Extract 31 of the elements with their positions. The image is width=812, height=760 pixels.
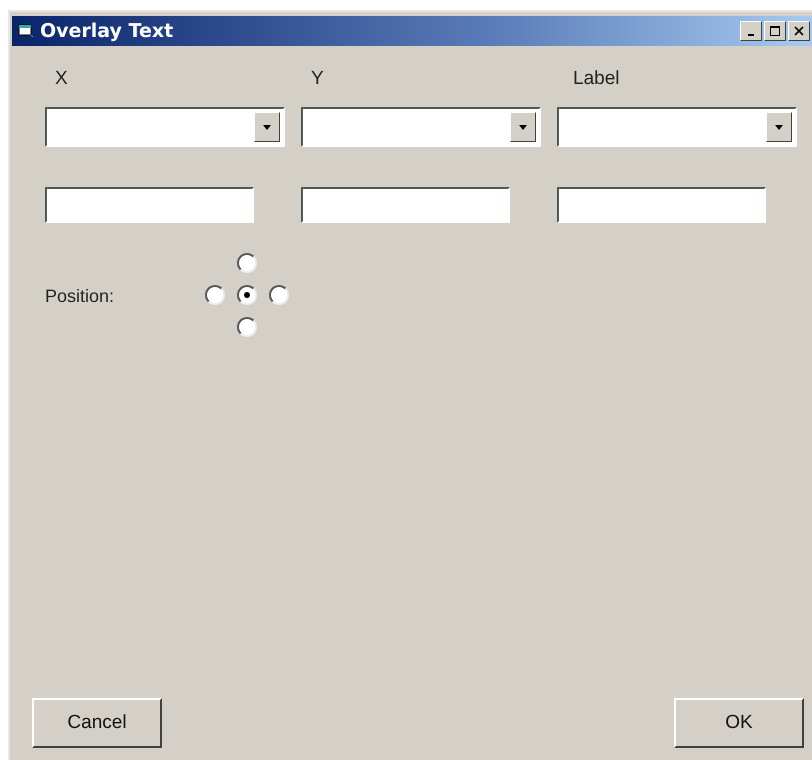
window-title: Overlay Text (40, 20, 174, 42)
caret-icon (775, 124, 783, 130)
text-field[interactable] (301, 187, 510, 223)
maximize-button[interactable] (764, 21, 786, 41)
dropdown-button[interactable] (510, 112, 536, 142)
ok-button[interactable]: OK (674, 698, 804, 748)
dropdown-field[interactable] (557, 107, 797, 147)
window-icon (18, 24, 34, 38)
text-field[interactable] (557, 187, 766, 223)
radio-button[interactable] (237, 317, 257, 337)
column-label: Label (572, 68, 620, 90)
dropdown-button[interactable] (254, 112, 280, 142)
column-label: Y (310, 68, 325, 90)
radio-button[interactable] (269, 285, 289, 305)
close-button[interactable] (788, 21, 810, 41)
radio-button[interactable] (237, 253, 257, 273)
dropdown-field[interactable] (301, 107, 541, 147)
maximize-icon (770, 26, 780, 36)
column-label: X (54, 68, 69, 90)
minimize-button[interactable] (740, 21, 762, 41)
radio-button[interactable] (237, 285, 257, 305)
caret-icon (519, 124, 527, 130)
dropdown-button[interactable] (766, 112, 792, 142)
cancel-button[interactable]: Cancel (32, 698, 162, 748)
text-field[interactable] (45, 187, 254, 223)
dropdown-field[interactable] (45, 107, 285, 147)
position-label: Position: (45, 286, 116, 306)
close-icon (794, 26, 804, 36)
minimize-icon (748, 34, 754, 36)
caret-icon (263, 124, 271, 130)
radio-button[interactable] (205, 285, 225, 305)
